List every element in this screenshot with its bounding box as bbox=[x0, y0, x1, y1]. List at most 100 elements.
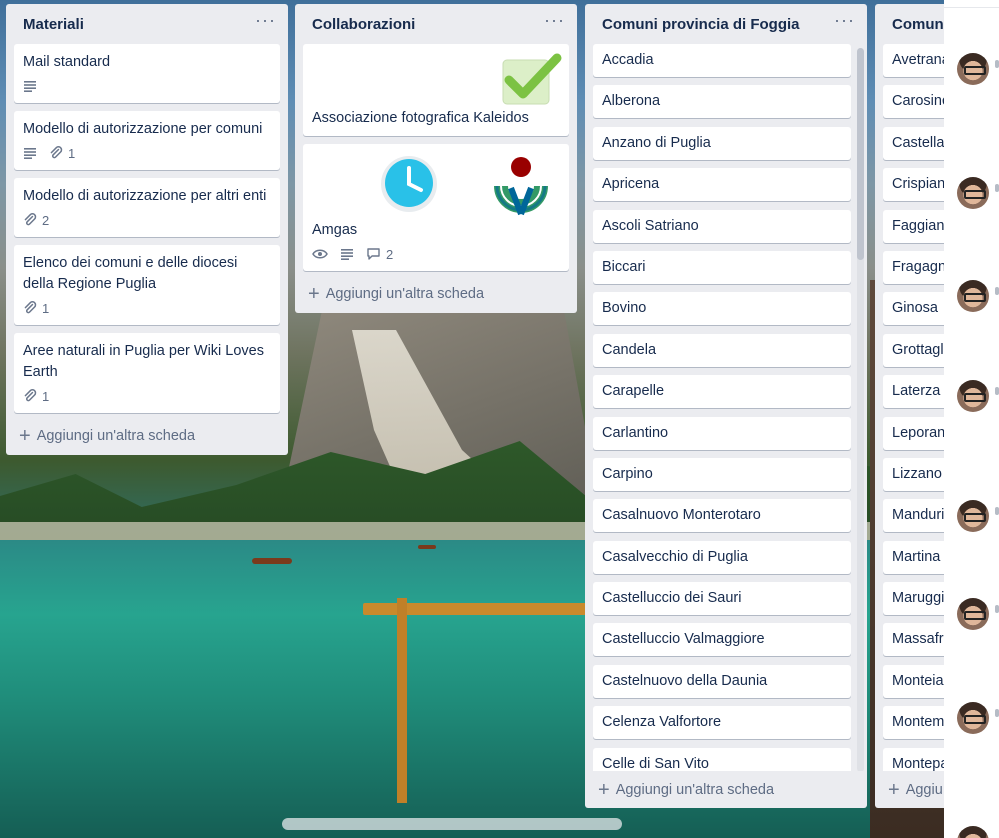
card[interactable]: Celenza Valfortore bbox=[593, 706, 851, 740]
card-title: Manduri bbox=[892, 507, 945, 524]
card[interactable]: Elenco dei comuni e delle diocesi della … bbox=[14, 245, 280, 325]
card-title: Castelnuovo della Daunia bbox=[602, 672, 768, 689]
list-scrollbar[interactable] bbox=[857, 48, 864, 771]
card[interactable]: Associazione fotografica Kaleidos bbox=[303, 44, 569, 136]
card[interactable]: Avetrana bbox=[883, 44, 945, 77]
list-materiali[interactable]: Materiali ··· Mail standard Modello di a… bbox=[6, 4, 288, 455]
card-title: Amgas bbox=[312, 222, 358, 238]
list-cards-scroll-area[interactable]: Accadia Alberona Anzano di Puglia Aprice… bbox=[585, 44, 867, 771]
avatar[interactable] bbox=[957, 380, 989, 412]
card[interactable]: Casalvecchio di Puglia bbox=[593, 540, 851, 574]
avatar[interactable] bbox=[957, 702, 989, 734]
card-title: Montepa bbox=[892, 755, 945, 771]
list-header[interactable]: Comuni bbox=[875, 4, 945, 44]
card[interactable]: Monteia bbox=[883, 664, 945, 698]
paperclip-icon bbox=[24, 213, 37, 226]
card[interactable]: Bovino bbox=[593, 292, 851, 326]
list-title[interactable]: Materiali bbox=[23, 16, 84, 33]
card[interactable]: Celle di San Vito bbox=[593, 747, 851, 771]
activity-text-fragment bbox=[995, 387, 999, 395]
card[interactable]: Modello di autorizzazione per comuni 1 bbox=[14, 111, 280, 170]
list-menu-icon[interactable]: ··· bbox=[544, 11, 565, 33]
add-card-button[interactable]: + Aggiu bbox=[875, 771, 945, 808]
card[interactable]: Ascoli Satriano bbox=[593, 209, 851, 243]
list-menu-icon[interactable]: ··· bbox=[834, 11, 855, 33]
card[interactable]: Castella bbox=[883, 126, 945, 160]
list-collaborazioni[interactable]: Collaborazioni ··· Associazione fotograf… bbox=[295, 4, 577, 313]
list-header[interactable]: Comuni provincia di Foggia ··· bbox=[585, 4, 867, 44]
list-menu-icon[interactable]: ··· bbox=[255, 11, 276, 33]
card[interactable]: Candela bbox=[593, 333, 851, 367]
card[interactable]: Apricena bbox=[593, 168, 851, 202]
card[interactable]: Amgas 2 bbox=[303, 144, 569, 271]
card-title: Martina bbox=[892, 548, 941, 565]
card[interactable]: Montepa bbox=[883, 747, 945, 771]
card[interactable]: Massafr bbox=[883, 623, 945, 657]
card[interactable]: Fragagn bbox=[883, 250, 945, 284]
card[interactable]: Castelluccio dei Sauri bbox=[593, 582, 851, 616]
list-scrollbar-thumb[interactable] bbox=[857, 48, 864, 260]
card[interactable]: Grottagl bbox=[883, 333, 945, 367]
card-title: Bovino bbox=[602, 300, 647, 317]
card-title: Castelluccio dei Sauri bbox=[602, 590, 742, 607]
comment-count: 2 bbox=[386, 246, 394, 262]
description-icon bbox=[23, 147, 37, 159]
background-boat bbox=[252, 558, 292, 564]
card[interactable]: Aree naturali in Puglia per Wiki Loves E… bbox=[14, 333, 280, 413]
eye-icon bbox=[312, 248, 328, 260]
card[interactable]: Leporan bbox=[883, 416, 945, 450]
card-title: Casalvecchio di Puglia bbox=[602, 548, 748, 565]
card[interactable]: Maruggi bbox=[883, 582, 945, 616]
card[interactable]: Manduri bbox=[883, 499, 945, 533]
paperclip-icon bbox=[24, 301, 37, 314]
card[interactable]: Mail standard bbox=[14, 44, 280, 103]
list-header[interactable]: Materiali ··· bbox=[6, 4, 288, 44]
avatar[interactable] bbox=[957, 280, 989, 312]
card-title: Castella bbox=[892, 134, 945, 151]
card[interactable]: Martina bbox=[883, 540, 945, 574]
card[interactable]: Carosino bbox=[883, 85, 945, 119]
list-comuni[interactable]: Comuni Avetrana Carosino Castella Crispi… bbox=[875, 4, 945, 808]
card-title: Lizzano bbox=[892, 465, 942, 482]
card[interactable]: Anzano di Puglia bbox=[593, 126, 851, 160]
comments-badge: 2 bbox=[366, 244, 393, 265]
list-title[interactable]: Comuni provincia di Foggia bbox=[602, 16, 800, 33]
card[interactable]: Alberona bbox=[593, 85, 851, 119]
card-title: Monteia bbox=[892, 672, 944, 689]
avatar[interactable] bbox=[957, 177, 989, 209]
card[interactable]: Carpino bbox=[593, 457, 851, 491]
list-title[interactable]: Comuni bbox=[892, 16, 945, 33]
clock-icon bbox=[381, 156, 437, 212]
avatar[interactable] bbox=[957, 598, 989, 630]
add-card-button[interactable]: + Aggiungi un'altra scheda bbox=[295, 279, 577, 313]
card[interactable]: Accadia bbox=[593, 44, 851, 77]
card[interactable]: Modello di autorizzazione per altri enti… bbox=[14, 178, 280, 237]
card[interactable]: Ginosa bbox=[883, 292, 945, 326]
avatar[interactable] bbox=[957, 53, 989, 85]
card[interactable]: Castelluccio Valmaggiore bbox=[593, 623, 851, 657]
add-card-button[interactable]: + Aggiungi un'altra scheda bbox=[585, 771, 867, 808]
card[interactable]: Castelnuovo della Daunia bbox=[593, 664, 851, 698]
attachment-badge: 1 bbox=[23, 298, 49, 319]
list-header[interactable]: Collaborazioni ··· bbox=[295, 4, 577, 44]
card[interactable]: Carlantino bbox=[593, 416, 851, 450]
card[interactable]: Crispian bbox=[883, 168, 945, 202]
card[interactable]: Montem bbox=[883, 706, 945, 740]
card[interactable]: Lizzano bbox=[883, 457, 945, 491]
card[interactable]: Biccari bbox=[593, 250, 851, 284]
card[interactable]: Faggian bbox=[883, 209, 945, 243]
avatar[interactable] bbox=[957, 826, 989, 838]
list-title[interactable]: Collaborazioni bbox=[312, 16, 415, 33]
list-comuni-foggia[interactable]: Comuni provincia di Foggia ··· Accadia A… bbox=[585, 4, 867, 808]
card-title: Accadia bbox=[602, 52, 654, 68]
activity-panel[interactable] bbox=[944, 0, 999, 838]
add-card-label: Aggiu bbox=[905, 782, 943, 798]
add-card-button[interactable]: + Aggiungi un'altra scheda bbox=[6, 421, 288, 455]
card-title: Fragagn bbox=[892, 258, 945, 275]
card-title: Montem bbox=[892, 714, 945, 731]
card[interactable]: Laterza bbox=[883, 375, 945, 409]
board-horizontal-scrollbar[interactable] bbox=[282, 818, 622, 830]
card[interactable]: Casalnuovo Monterotaro bbox=[593, 499, 851, 533]
card[interactable]: Carapelle bbox=[593, 375, 851, 409]
avatar[interactable] bbox=[957, 500, 989, 532]
